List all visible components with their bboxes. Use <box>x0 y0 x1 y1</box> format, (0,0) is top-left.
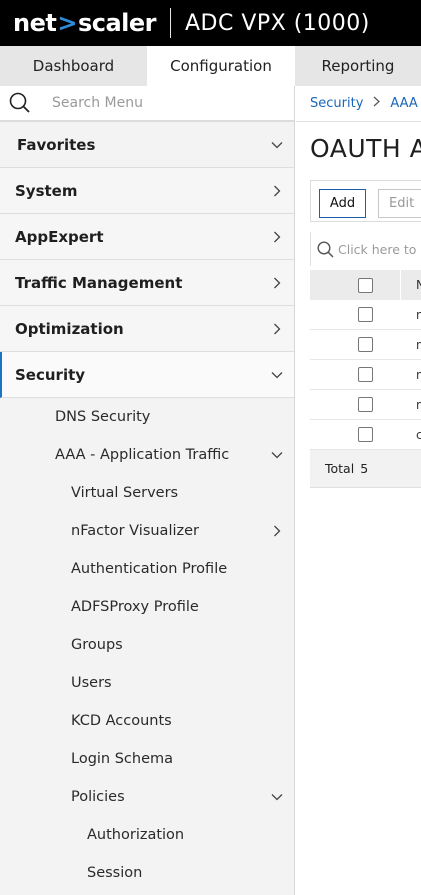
table-row[interactable]: n <box>310 390 421 420</box>
sidebar-item-traffic-management[interactable]: Traffic Management <box>0 260 294 306</box>
column-header-name[interactable]: N <box>416 278 421 292</box>
sidebar-item-policies[interactable]: Policies <box>0 778 294 816</box>
breadcrumb-security[interactable]: Security <box>310 96 363 111</box>
sidebar-item-label: Authorization <box>87 827 185 843</box>
sidebar-item-label: Authentication Profile <box>71 561 228 577</box>
sidebar-item-adfsproxy-profile[interactable]: ADFSProxy Profile <box>0 588 294 626</box>
sidebar-item-session[interactable]: Session <box>0 854 294 892</box>
sidebar-item-login-schema[interactable]: Login Schema <box>0 740 294 778</box>
search-icon <box>317 240 334 258</box>
sidebar-item-label: Policies <box>71 789 125 805</box>
chevron-down-icon <box>270 122 284 167</box>
sidebar-item-kcd-accounts[interactable]: KCD Accounts <box>0 702 294 740</box>
table-search[interactable]: Click here to se <box>310 232 421 266</box>
brand-right: scaler <box>77 9 157 37</box>
main-tabs: Dashboard Configuration Reporting <box>0 46 421 86</box>
chevron-down-icon <box>270 778 284 816</box>
chevron-right-icon <box>270 512 284 550</box>
policy-table: N n n n n c Total 5 <box>310 270 421 488</box>
breadcrumb: Security AAA <box>296 86 421 122</box>
sidebar-item-nfactor-visualizer[interactable]: nFactor Visualizer <box>0 512 294 550</box>
breadcrumb-aaa[interactable]: AAA <box>390 96 417 111</box>
sidebar-item-label: AppExpert <box>15 227 104 246</box>
breadcrumb-separator-icon <box>372 96 381 111</box>
sidebar-item-label: Groups <box>71 637 123 653</box>
sidebar-item-label: nFactor Visualizer <box>71 523 199 539</box>
sidebar-item-optimization[interactable]: Optimization <box>0 306 294 352</box>
top-bar: net > scaler ADC VPX (1000) <box>0 0 421 46</box>
sidebar-item-system[interactable]: System <box>0 168 294 214</box>
sidebar-item-groups[interactable]: Groups <box>0 626 294 664</box>
table-row[interactable]: n <box>310 300 421 330</box>
chevron-right-icon <box>270 214 284 259</box>
menu-search[interactable]: Search Menu <box>0 86 294 122</box>
page-title: OAUTH A <box>310 134 421 163</box>
tab-reporting[interactable]: Reporting <box>295 46 421 86</box>
product-name: ADC VPX (1000) <box>185 10 370 36</box>
table-row[interactable]: c <box>310 420 421 450</box>
action-toolbar: Add Edit <box>310 180 421 222</box>
sidebar-item-label: Virtual Servers <box>71 485 179 501</box>
main-content: Security AAA OAUTH A Add Edit Click here… <box>296 86 421 895</box>
sidebar-item-label: Security <box>15 365 86 384</box>
sidebar-item-authorization[interactable]: Authorization <box>0 816 294 854</box>
tab-configuration[interactable]: Configuration <box>147 46 295 86</box>
chevron-right-icon <box>270 306 284 351</box>
search-menu-input[interactable]: Search Menu <box>52 95 143 111</box>
chevron-right-icon <box>270 260 284 305</box>
table-header: N <box>310 270 421 300</box>
sidebar-item-favorites[interactable]: Favorites <box>0 122 294 168</box>
row-checkbox[interactable] <box>358 337 373 352</box>
sidebar-item-label: Login Schema <box>71 751 174 767</box>
chevron-right-icon <box>270 168 284 213</box>
select-all-checkbox[interactable] <box>358 277 373 293</box>
chevron-down-icon <box>270 436 284 474</box>
chevron-down-icon <box>270 352 284 397</box>
row-name: n <box>416 307 421 322</box>
sidebar: Search Menu Favorites System AppExpert T… <box>0 86 295 895</box>
add-button[interactable]: Add <box>319 189 366 218</box>
sidebar-item-label: Optimization <box>15 319 124 338</box>
total-count: 5 <box>360 461 369 476</box>
search-icon <box>0 92 40 114</box>
sidebar-item-dns-security[interactable]: DNS Security <box>0 398 294 436</box>
tab-dashboard[interactable]: Dashboard <box>0 46 147 86</box>
netscaler-logo[interactable]: net > scaler <box>0 9 157 37</box>
sidebar-item-label: System <box>15 181 78 200</box>
table-search-input[interactable]: Click here to se <box>338 242 421 257</box>
sidebar-item-label: AAA - Application Traffic <box>55 447 230 463</box>
table-row[interactable]: n <box>310 360 421 390</box>
brand-left: net <box>13 9 57 37</box>
header-divider <box>170 8 171 38</box>
row-name: n <box>416 367 421 382</box>
edit-button[interactable]: Edit <box>378 189 421 218</box>
sidebar-item-label: Session <box>87 865 143 881</box>
sidebar-item-security[interactable]: Security <box>0 352 294 398</box>
sidebar-item-label: Favorites <box>17 135 96 154</box>
sidebar-item-label: DNS Security <box>55 409 151 425</box>
column-divider <box>400 270 401 300</box>
row-checkbox[interactable] <box>358 367 373 382</box>
row-checkbox[interactable] <box>358 427 373 442</box>
row-checkbox[interactable] <box>358 397 373 412</box>
row-name: n <box>416 337 421 352</box>
brand-mark: > <box>57 9 77 37</box>
table-row[interactable]: n <box>310 330 421 360</box>
sidebar-item-users[interactable]: Users <box>0 664 294 702</box>
sidebar-item-label: ADFSProxy Profile <box>71 599 199 615</box>
row-checkbox[interactable] <box>358 307 373 322</box>
sidebar-item-label: Traffic Management <box>15 273 183 292</box>
total-label: Total <box>325 461 355 476</box>
sidebar-item-aaa-application-traffic[interactable]: AAA - Application Traffic <box>0 436 294 474</box>
sidebar-item-virtual-servers[interactable]: Virtual Servers <box>0 474 294 512</box>
sidebar-item-authentication-profile[interactable]: Authentication Profile <box>0 550 294 588</box>
sidebar-item-label: Users <box>71 675 112 691</box>
sidebar-item-label: KCD Accounts <box>71 713 172 729</box>
row-name: n <box>416 397 421 412</box>
sidebar-item-appexpert[interactable]: AppExpert <box>0 214 294 260</box>
table-footer: Total 5 <box>310 450 421 488</box>
row-name: c <box>416 427 421 442</box>
